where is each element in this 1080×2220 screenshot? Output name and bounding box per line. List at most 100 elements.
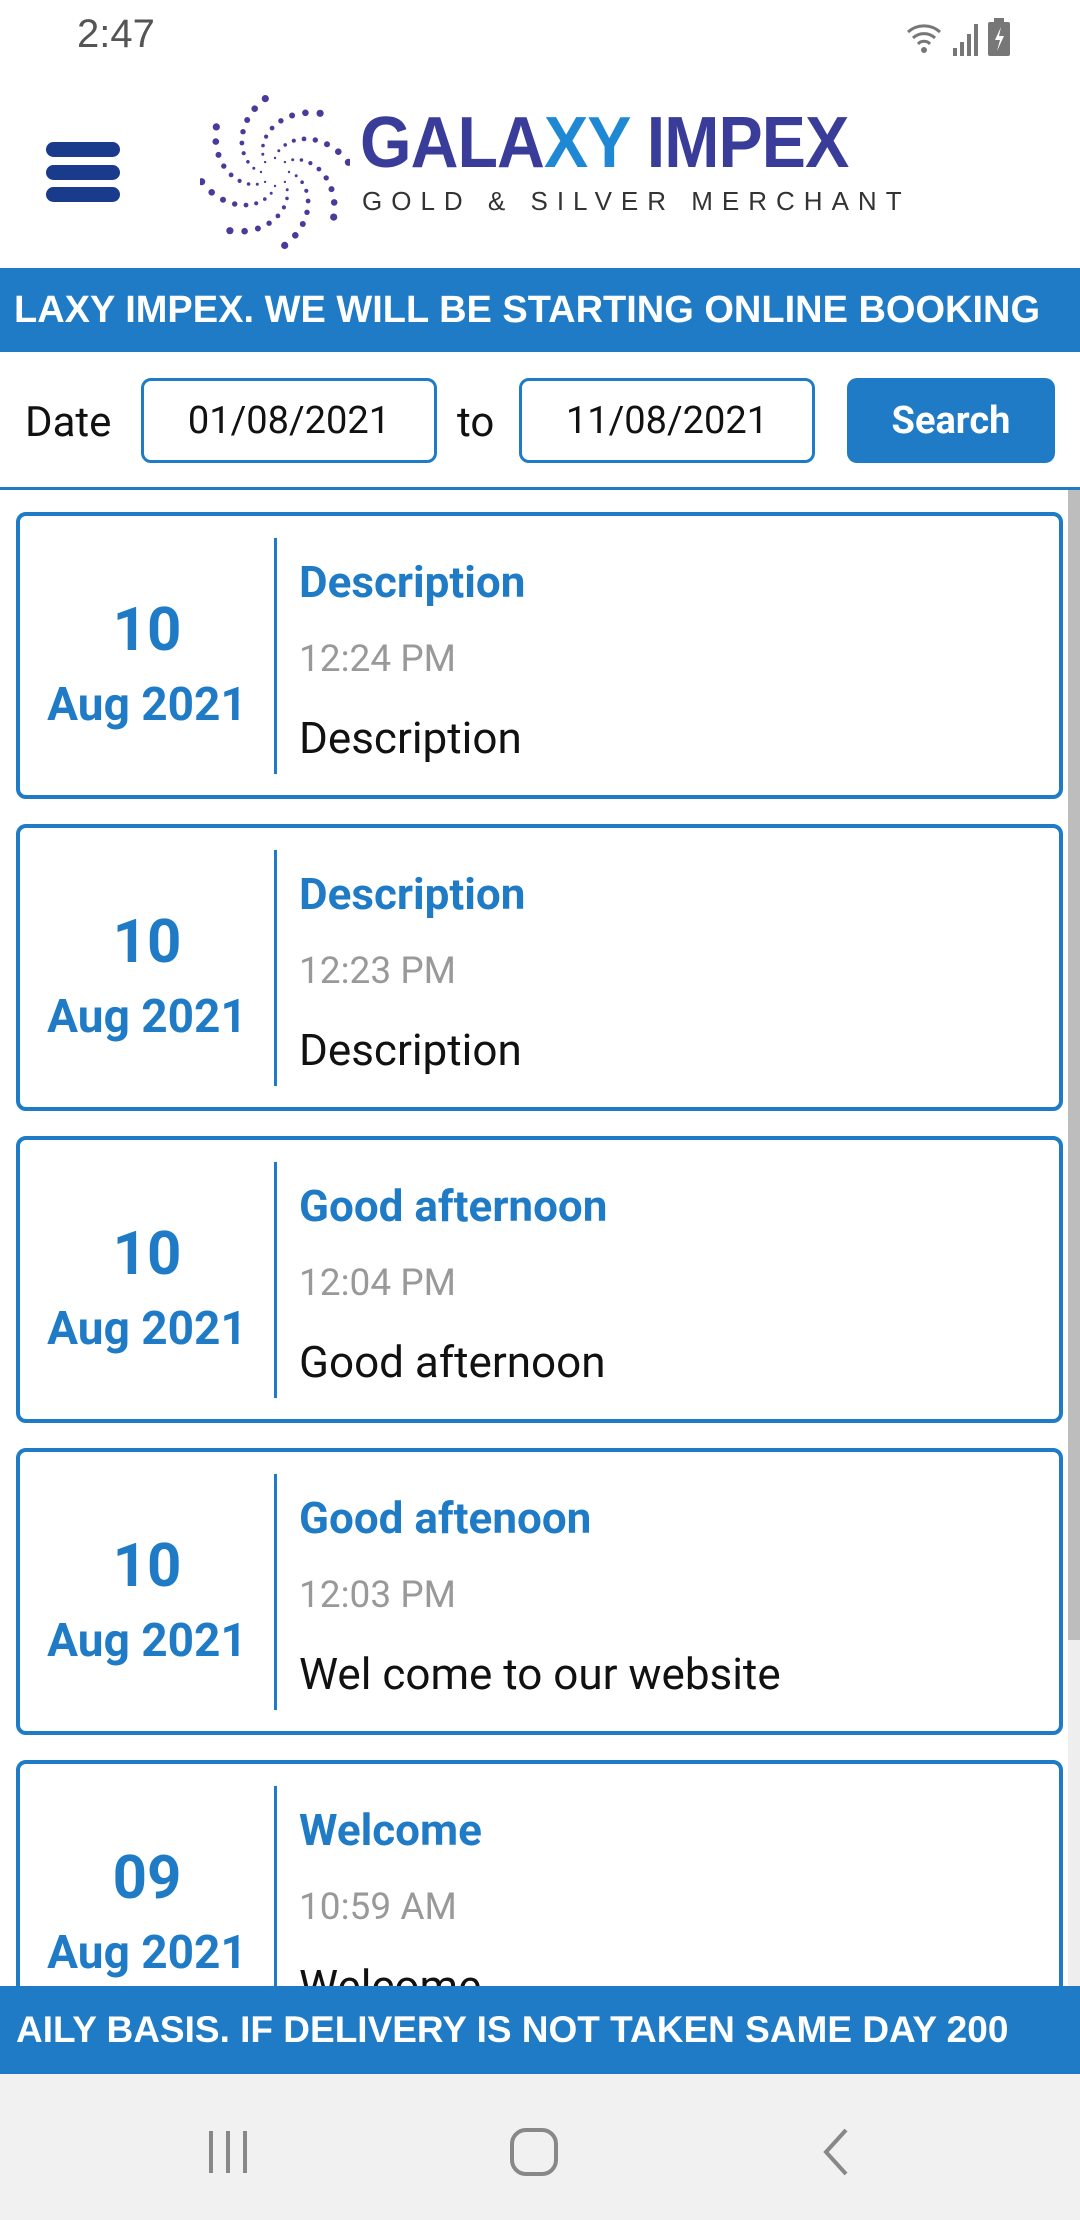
logo-dot	[283, 160, 287, 164]
date-filter-bar: Date 01/08/2021 to 11/08/2021 Search	[0, 352, 1080, 490]
notice-day: 10	[112, 594, 182, 665]
notice-day: 10	[112, 1218, 182, 1289]
notice-title: Description	[299, 556, 526, 608]
logo-dot	[269, 191, 273, 195]
logo-dot	[281, 205, 286, 210]
notice-card[interactable]: 10 Aug 2021 Good afternoon 12:04 PM Good…	[16, 1136, 1063, 1423]
search-button[interactable]: Search	[847, 378, 1055, 463]
notice-card[interactable]: 10 Aug 2021 Description 12:23 PM Descrip…	[16, 824, 1063, 1111]
logo-dot	[283, 143, 287, 147]
logo-dot	[263, 160, 267, 164]
notice-day: 10	[112, 906, 182, 977]
notice-time: 12:23 PM	[299, 950, 456, 993]
logo-dot	[312, 137, 318, 143]
logo-dot	[263, 180, 267, 184]
signal-icon	[953, 24, 978, 56]
logo-dot	[239, 140, 245, 146]
notice-card[interactable]: 10 Aug 2021 Good aftenoon 12:03 PM Wel c…	[16, 1448, 1063, 1735]
card-divider	[274, 1162, 277, 1398]
announcement-marquee-bottom: AILY BASIS. IF DELIVERY IS NOT TAKEN SAM…	[0, 1986, 1080, 2074]
from-date-input[interactable]: 01/08/2021	[141, 378, 437, 463]
notice-list: 10 Aug 2021 Description 12:24 PM Descrip…	[0, 490, 1080, 1986]
logo-dot	[269, 125, 275, 131]
logo-dot	[255, 182, 259, 186]
logo-dot	[304, 209, 310, 215]
logo-dot	[335, 148, 342, 155]
logo-dot	[263, 197, 267, 201]
logo-dot	[246, 160, 250, 164]
logo-dot	[275, 213, 281, 219]
logo-dot	[261, 152, 265, 156]
logo-dot	[226, 227, 234, 235]
logo-dot	[302, 109, 309, 117]
brand-tagline: GOLD & SILVER MERCHANT	[362, 186, 911, 216]
notice-time: 12:04 PM	[299, 1262, 456, 1305]
notice-time: 12:03 PM	[299, 1574, 456, 1617]
galaxy-logo-icon	[200, 95, 350, 249]
logo-dot	[246, 182, 251, 186]
logo-dot	[330, 199, 338, 206]
notice-card[interactable]: 09 Aug 2021 Welcome 10:59 AM Welcome	[16, 1760, 1063, 1986]
notice-month-year: Aug 2021	[47, 678, 247, 732]
logo-dot	[283, 180, 287, 184]
notice-title: Good aftenoon	[299, 1492, 592, 1544]
announcement-marquee-top: LAXY IMPEX. WE WILL BE STARTING ONLINE B…	[0, 268, 1080, 352]
logo-dot	[240, 129, 246, 135]
notice-day: 10	[112, 1530, 182, 1601]
date-label: Date	[25, 398, 112, 447]
card-divider	[274, 1474, 277, 1710]
notice-description: Welcome	[299, 1960, 482, 1986]
logo-dot	[328, 186, 335, 193]
logo-dot	[300, 180, 304, 184]
notice-month-year: Aug 2021	[47, 1614, 247, 1668]
logo-dot	[212, 138, 220, 145]
logo-dot	[299, 221, 306, 227]
logo-dot	[281, 241, 289, 249]
back-icon[interactable]	[820, 2128, 850, 2176]
notice-description: Good afternoon	[299, 1336, 606, 1388]
notice-description: Wel come to our website	[299, 1648, 781, 1700]
wifi-icon	[907, 24, 941, 53]
logo-dot	[273, 184, 277, 188]
logo-dot	[289, 112, 296, 119]
notice-title: Welcome	[299, 1804, 482, 1856]
logo-dot	[212, 123, 220, 131]
logo-dot	[237, 178, 242, 183]
to-date-input[interactable]: 11/08/2021	[519, 378, 815, 463]
logo-dot	[324, 141, 330, 148]
logo-dot	[278, 118, 284, 124]
logo-dot	[277, 149, 281, 153]
logo-dot	[287, 170, 291, 174]
logo-dot	[304, 188, 309, 193]
home-icon[interactable]	[508, 2126, 560, 2178]
logo-dot	[291, 138, 296, 143]
hamburger-icon[interactable]	[46, 142, 120, 202]
logo-dot	[252, 166, 256, 170]
logo-dot	[254, 201, 259, 206]
logo-dot	[200, 178, 206, 186]
battery-charging-icon	[988, 18, 1010, 56]
app-header: GALAXY IMPEX GOLD & SILVER MERCHANT	[0, 80, 1080, 268]
notice-description: Description	[299, 712, 522, 764]
logo-dot	[266, 220, 272, 226]
logo-dot	[292, 232, 299, 239]
logo-dot	[241, 151, 246, 156]
scrollbar-thumb[interactable]	[1068, 490, 1080, 1640]
notice-description: Description	[299, 1024, 522, 1076]
logo-dot	[241, 227, 248, 235]
logo-dot	[243, 202, 249, 208]
logo-dot	[273, 156, 277, 160]
scrollbar[interactable]	[1068, 490, 1080, 1986]
logo-dot	[264, 134, 269, 139]
logo-dot	[259, 170, 263, 174]
logo-dot	[305, 198, 311, 204]
logo-dot	[301, 136, 307, 142]
notice-time: 10:59 AM	[299, 1886, 457, 1929]
system-nav-bar	[0, 2074, 1080, 2220]
notice-month-year: Aug 2021	[47, 1926, 247, 1980]
notice-month-year: Aug 2021	[47, 990, 247, 1044]
logo-dot	[228, 172, 234, 178]
recent-apps-icon[interactable]	[205, 2129, 251, 2175]
logo-dot	[251, 105, 258, 112]
notice-card[interactable]: 10 Aug 2021 Description 12:24 PM Descrip…	[16, 512, 1063, 799]
